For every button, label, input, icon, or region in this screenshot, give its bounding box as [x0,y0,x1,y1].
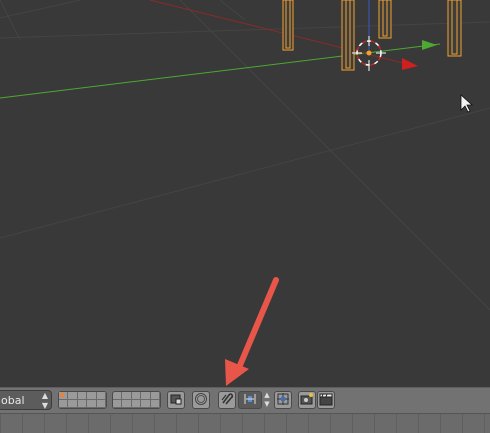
layer-button[interactable] [68,400,78,408]
transform-orientation-value: obal [1,394,25,407]
layer-button[interactable] [68,392,78,400]
layer-button[interactable] [59,400,69,408]
camera-lock-icon [170,394,182,405]
layer-button[interactable] [150,392,160,400]
opengl-render-animation-button[interactable] [317,391,335,409]
layer-button[interactable] [141,392,151,400]
mouse-pointer-icon [460,94,474,113]
3d-cursor-icon [352,36,386,71]
snap-target-button[interactable] [274,391,292,409]
snap-element-stepper[interactable]: ▲ ▼ [262,391,272,409]
layer-button[interactable] [77,400,88,408]
proportional-edit-icon [195,393,207,405]
snap-element-icon [244,394,256,404]
snap-toggle-button[interactable] [218,391,236,409]
layer-button[interactable] [141,400,151,408]
layer-button[interactable] [87,392,97,400]
layer-button[interactable] [113,392,123,400]
layer-button[interactable] [87,400,97,408]
snap-element-dropdown[interactable] [238,391,262,409]
scene-layers-group-2[interactable] [112,391,161,409]
clapper-icon [319,393,333,406]
layer-button[interactable] [122,392,132,400]
snap-magnet-icon [221,393,234,405]
layer-button[interactable] [150,400,160,408]
scene-layers-group-1[interactable] [58,391,107,409]
3d-viewport[interactable] [0,0,490,387]
viewport-canvas [0,0,490,311]
y-arrow-icon [422,40,437,50]
dropdown-updown-icon: ▲ ▼ [41,391,48,410]
timeline-strip[interactable] [0,413,490,433]
layer-button[interactable] [96,392,106,400]
y-axis-line [0,43,441,99]
render-icon [300,393,313,405]
layer-button[interactable] [131,400,142,408]
layer-button[interactable] [96,400,106,408]
x-arrow-icon [402,58,418,70]
layer-button[interactable] [59,392,69,400]
viewport-header: obal ▲ ▼ ▲ ▼ [0,387,490,413]
proportional-editing-button[interactable] [192,391,210,409]
layer-button[interactable] [113,400,123,408]
opengl-render-button[interactable] [298,391,316,409]
layer-button[interactable] [122,400,132,408]
lock-camera-layers-button[interactable] [167,391,185,409]
stepper-icon: ▲ ▼ [264,391,270,408]
transform-orientation-dropdown[interactable]: obal ▲ ▼ [0,390,52,410]
layer-button[interactable] [131,392,142,400]
layer-button[interactable] [77,392,88,400]
snap-target-icon [277,393,289,405]
